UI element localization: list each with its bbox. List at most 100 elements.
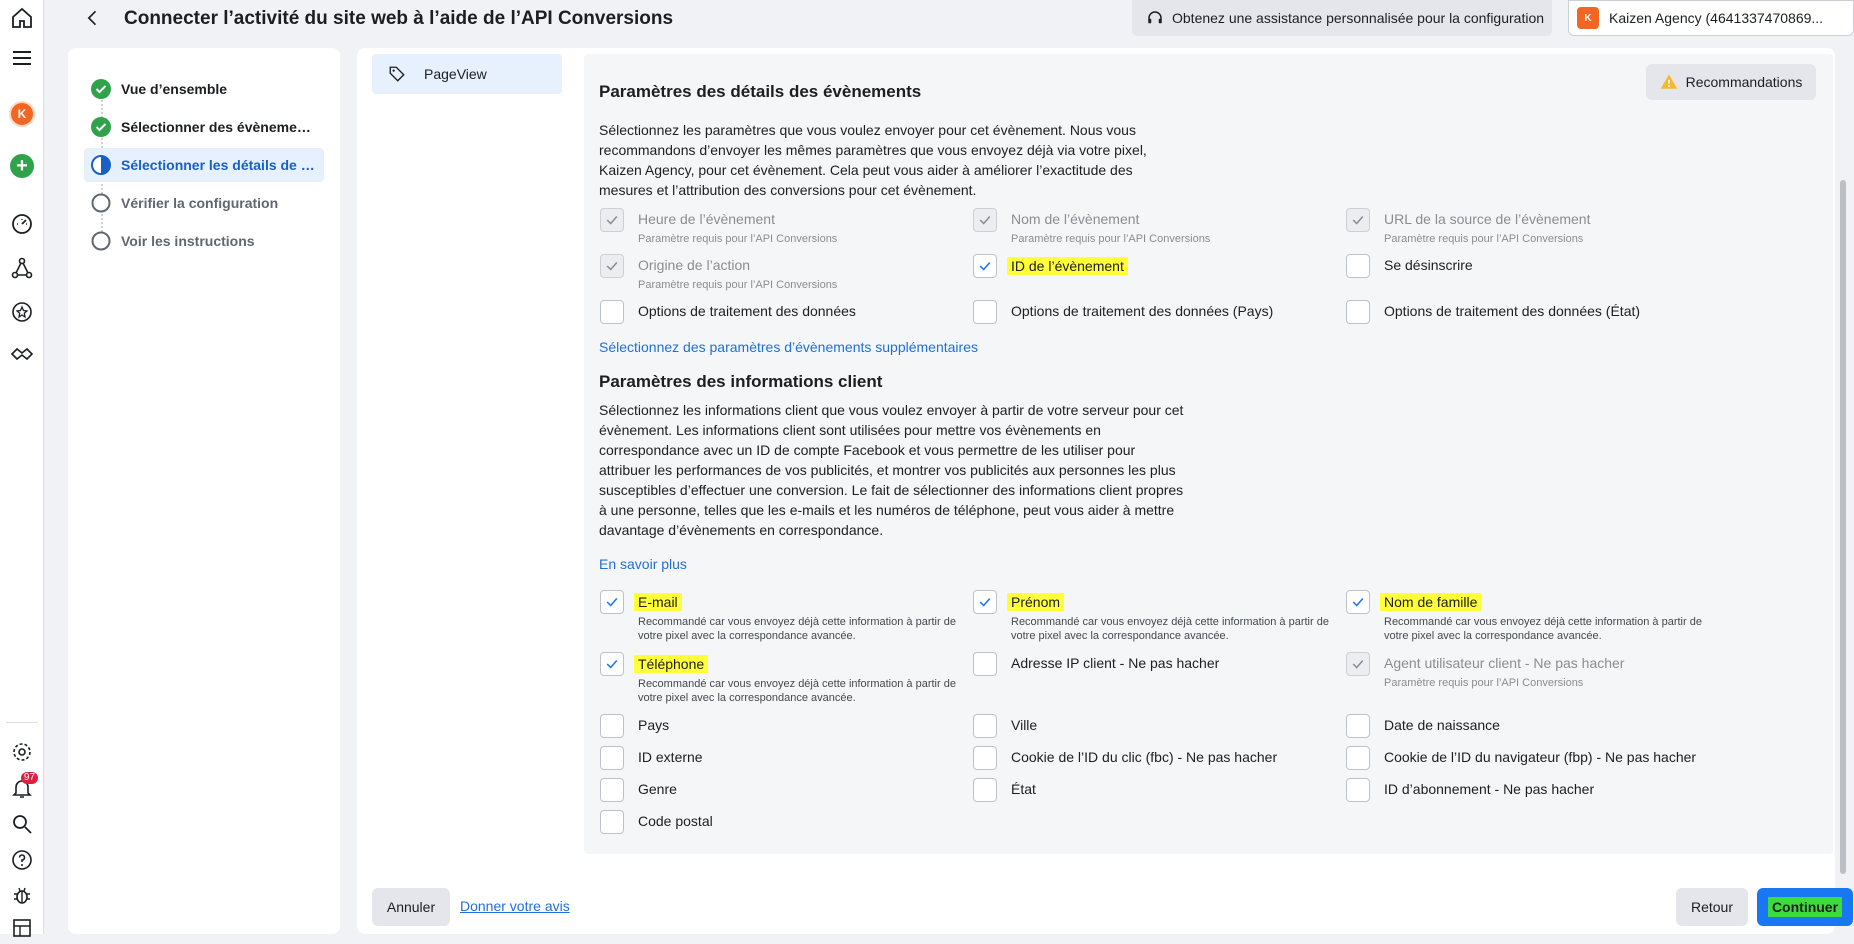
- checkbox-checked[interactable]: [1346, 590, 1370, 614]
- checkbox-label: Nom de l’évènement: [1011, 211, 1140, 227]
- checkbox-unchecked[interactable]: [973, 746, 997, 770]
- step-verify[interactable]: Vérifier la configuration: [84, 186, 324, 220]
- main-panel: PageView Paramètres des détails des évèn…: [357, 48, 1835, 934]
- param-data-processing[interactable]: Options de traitement des données: [600, 300, 856, 324]
- checkbox-disabled: [600, 254, 624, 278]
- checkbox-unchecked[interactable]: [973, 652, 997, 676]
- checkbox-checked[interactable]: [973, 590, 997, 614]
- checkbox-unchecked[interactable]: [1346, 714, 1370, 738]
- search-icon[interactable]: [6, 808, 38, 840]
- create-icon[interactable]: +: [6, 150, 38, 182]
- avatar: K: [9, 101, 35, 127]
- step-instructions[interactable]: Voir les instructions: [84, 224, 324, 258]
- checkbox-sublabel: Paramètre requis pour l’API Conversions: [638, 233, 838, 245]
- ci-email[interactable]: E-mail Recommandé car vous envoyez déjà c…: [600, 590, 978, 643]
- ci-fbc[interactable]: Cookie de l’ID du clic (fbc) - Ne pas ha…: [973, 746, 1277, 770]
- feedback-link[interactable]: Donner votre avis: [460, 898, 570, 914]
- param-data-processing-country[interactable]: Options de traitement des données (Pays): [973, 300, 1273, 324]
- scrollbar[interactable]: [1840, 180, 1846, 874]
- param-event-id[interactable]: ID de l’évènement: [973, 254, 1128, 278]
- ci-first-name[interactable]: Prénom Recommandé car vous envoyez déjà c…: [973, 590, 1351, 643]
- param-data-processing-state[interactable]: Options de traitement des données (État): [1346, 300, 1640, 324]
- ci-city[interactable]: Ville: [973, 714, 1037, 738]
- account-selector[interactable]: K Kaizen Agency (4641337470869...: [1568, 0, 1854, 36]
- cancel-button[interactable]: Annuler: [372, 888, 450, 926]
- check-icon: [606, 215, 618, 225]
- checkbox-label: Date de naissance: [1384, 717, 1500, 733]
- left-rail: K + 97: [0, 0, 44, 937]
- checkbox-unchecked[interactable]: [600, 300, 624, 324]
- dashboard-icon[interactable]: [6, 208, 38, 240]
- checkbox-checked[interactable]: [973, 254, 997, 278]
- event-list-item[interactable]: PageView: [372, 54, 562, 94]
- ci-subscription-id[interactable]: ID d’abonnement - Ne pas hacher: [1346, 778, 1594, 802]
- step-label: Voir les instructions: [121, 233, 255, 249]
- settings-icon[interactable]: [6, 736, 38, 768]
- account-name: Kaizen Agency (4641337470869...: [1609, 10, 1824, 26]
- checkbox-sublabel: Paramètre requis pour l’API Conversions: [1384, 677, 1584, 689]
- checkbox-disabled: [600, 208, 624, 232]
- checkbox-unchecked[interactable]: [600, 746, 624, 770]
- partnership-icon[interactable]: [6, 338, 38, 370]
- checkbox-unchecked[interactable]: [973, 778, 997, 802]
- assistance-button[interactable]: Obtenez une assistance personnalisée pou…: [1132, 0, 1552, 36]
- checkbox-unchecked[interactable]: [1346, 254, 1370, 278]
- account-logo: K: [1577, 7, 1599, 29]
- checkbox-unchecked[interactable]: [973, 714, 997, 738]
- param-event-source-url: URL de la source de l’évènement Paramètre…: [1346, 208, 1591, 246]
- recommendations-button[interactable]: Recommandations: [1646, 64, 1816, 100]
- checkbox-label: URL de la source de l’évènement: [1384, 211, 1591, 227]
- tag-icon: [389, 66, 405, 82]
- table-icon[interactable]: [6, 912, 38, 944]
- ci-last-name[interactable]: Nom de famille Recommandé car vous envoye…: [1346, 590, 1724, 643]
- account-avatar[interactable]: K: [6, 98, 38, 130]
- ci-birthdate[interactable]: Date de naissance: [1346, 714, 1500, 738]
- checkbox-checked[interactable]: [600, 652, 624, 676]
- check-icon: [1352, 659, 1364, 669]
- check-icon: [606, 659, 618, 669]
- back-button[interactable]: Retour: [1676, 888, 1748, 926]
- checkbox-label: Heure de l’évènement: [638, 211, 775, 227]
- checkbox-unchecked[interactable]: [1346, 746, 1370, 770]
- checkbox-unchecked[interactable]: [1346, 300, 1370, 324]
- menu-icon[interactable]: [6, 42, 38, 74]
- checkbox-unchecked[interactable]: [600, 810, 624, 834]
- checkbox-unchecked[interactable]: [973, 300, 997, 324]
- ci-state[interactable]: État: [973, 778, 1036, 802]
- checkbox-sublabel: Recommandé car vous envoyez déjà cette i…: [638, 678, 956, 704]
- checkbox-checked[interactable]: [600, 590, 624, 614]
- bug-icon[interactable]: [6, 880, 38, 912]
- checkbox-unchecked[interactable]: [1346, 778, 1370, 802]
- ci-phone[interactable]: Téléphone Recommandé car vous envoyez déj…: [600, 652, 978, 705]
- ci-external-id[interactable]: ID externe: [600, 746, 703, 770]
- step-label: Sélectionner des évènements: [121, 119, 316, 135]
- learn-more-link[interactable]: En savoir plus: [599, 556, 687, 572]
- more-event-params-link[interactable]: Sélectionnez des paramètres d’évènements…: [599, 339, 978, 355]
- checkbox-unchecked[interactable]: [600, 714, 624, 738]
- checkbox-label: État: [1011, 781, 1036, 797]
- checkbox-label: Cookie de l’ID du navigateur (fbp) - Ne …: [1384, 749, 1697, 765]
- ci-zip[interactable]: Code postal: [600, 810, 713, 834]
- step-select-details[interactable]: Sélectionner les détails de l’é...: [84, 148, 324, 182]
- step-overview[interactable]: Vue d’ensemble: [84, 72, 324, 106]
- ci-fbp[interactable]: Cookie de l’ID du navigateur (fbp) - Ne …: [1346, 746, 1696, 770]
- ci-gender[interactable]: Genre: [600, 778, 677, 802]
- step-select-events[interactable]: Sélectionner des évènements: [84, 110, 324, 144]
- empty-circle-icon: [91, 193, 111, 213]
- notifications-icon[interactable]: 97: [6, 772, 38, 804]
- checkbox-disabled: [973, 208, 997, 232]
- checkbox-disabled: [1346, 208, 1370, 232]
- star-icon[interactable]: [6, 296, 38, 328]
- checkbox-label: E-mail: [634, 593, 682, 611]
- network-icon[interactable]: [6, 252, 38, 284]
- ci-client-ip[interactable]: Adresse IP client - Ne pas hacher: [973, 652, 1219, 676]
- back-arrow-icon[interactable]: [81, 6, 105, 30]
- checkbox-sublabel: Paramètre requis pour l’API Conversions: [638, 279, 838, 291]
- home-icon[interactable]: [6, 2, 38, 34]
- param-opt-out[interactable]: Se désinscrire: [1346, 254, 1473, 278]
- checkbox-unchecked[interactable]: [600, 778, 624, 802]
- continue-button[interactable]: Continuer: [1757, 888, 1853, 926]
- step-label: Vérifier la configuration: [121, 195, 279, 211]
- help-icon[interactable]: [6, 844, 38, 876]
- ci-country[interactable]: Pays: [600, 714, 669, 738]
